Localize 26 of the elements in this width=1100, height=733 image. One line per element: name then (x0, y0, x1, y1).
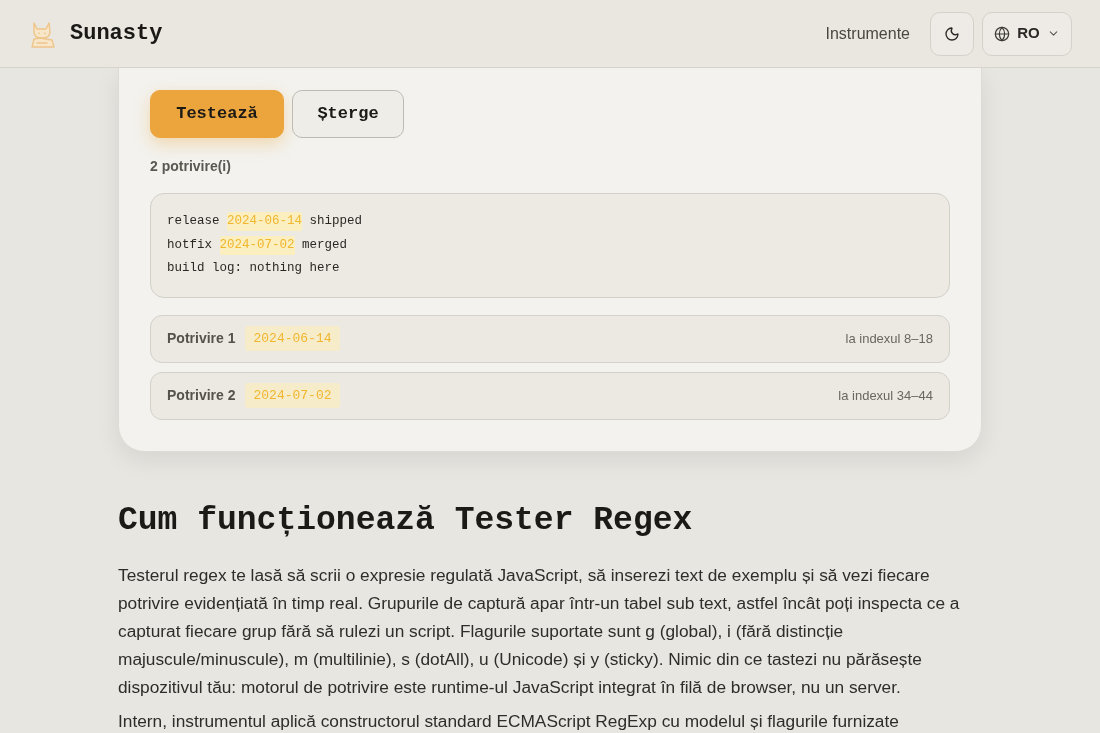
match-label: Potrivire 2 (167, 386, 236, 405)
brand-name[interactable]: Sunasty (70, 17, 163, 50)
match-value: 2024-07-02 (245, 382, 340, 409)
test-button[interactable]: Testează (150, 90, 284, 138)
match-highlight: 2024-06-14 (227, 212, 303, 232)
theme-toggle-button[interactable] (930, 11, 974, 56)
test-text-field[interactable]: release 2024-06-14 shipped hotfix 2024-07-02 merged build log: nothing here (150, 193, 950, 298)
section-heading: Cum funcționează Tester Regex (118, 500, 693, 541)
globe-icon (994, 25, 1011, 42)
clear-button[interactable]: Șterge (292, 90, 404, 138)
language-select[interactable]: RO (982, 11, 1072, 56)
match-label: Potrivire 1 (167, 329, 236, 348)
body-paragraph: Intern, instrumentul aplică constructorul standard ECMAScript RegExp cu modelul și flagurile furnizate (118, 709, 900, 733)
match-value: 2024-06-14 (245, 325, 340, 352)
code-text: shipped (308, 213, 363, 231)
code-text: merged (301, 236, 348, 254)
tools-link[interactable]: Instrumente (825, 21, 910, 46)
code-text: release (167, 213, 221, 231)
code-text: build log: nothing here (167, 260, 340, 278)
body-paragraph: Testerul regex te lasă să scrii o expresie regulată JavaScript, să inserezi text de exemplu și să vezi fiecare potrivire evidențiată în timp real. Grupurile de captură apar într-un tabel sub text, astfel încât poți inspecta ce a capturat fiecare grup fără să rulezi un script. Flagurile suportate sunt g (global), i (fără distincție majuscule/minuscule), m (multilinie), s (dotAll), u (Unicode) și y (sticky). Nimic din ce tastezi nu părăsește dispozitivul tău: motorul de potrivire este runtime-ul JavaScript integrat în filă de browser, nu un server. (118, 563, 961, 699)
match-index: la indexul 34–44 (838, 386, 933, 405)
match-highlight: 2024-07-02 (219, 235, 295, 255)
match-index: la indexul 8–18 (845, 329, 933, 348)
match-count: 2 potrivire(i) (150, 157, 231, 176)
moon-icon (944, 25, 960, 42)
code-text: hotfix (167, 236, 213, 254)
